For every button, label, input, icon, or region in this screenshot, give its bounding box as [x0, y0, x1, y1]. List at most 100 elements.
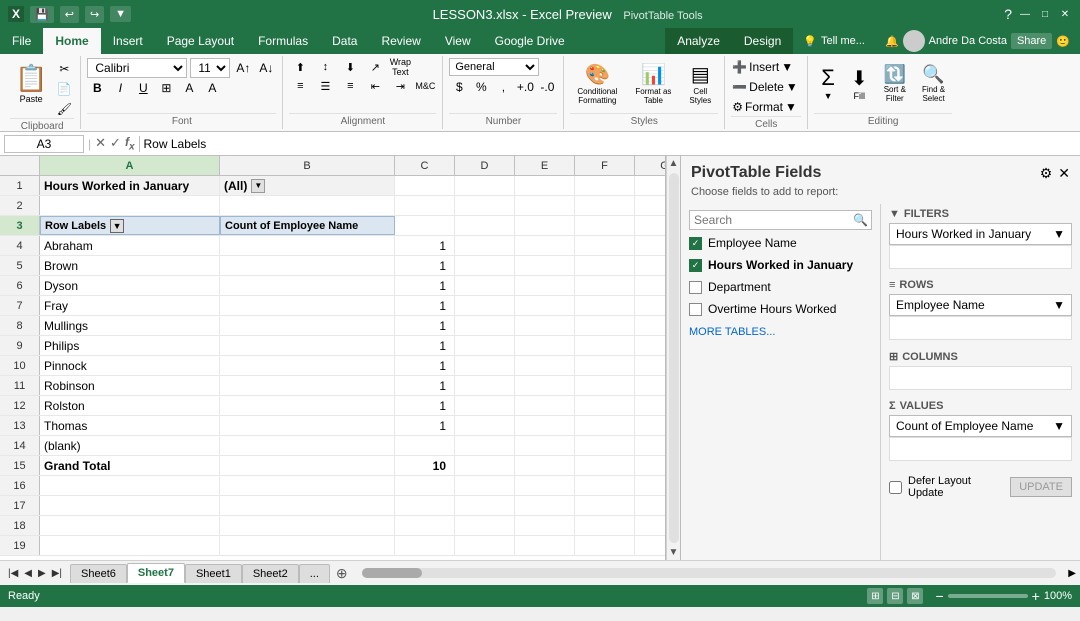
cell-a9[interactable]: Philips: [40, 336, 220, 355]
increase-indent-button[interactable]: ⇥: [389, 77, 411, 95]
align-right-button[interactable]: ≡: [339, 77, 361, 95]
sheet-first-btn[interactable]: |◀: [6, 566, 20, 581]
tab-google-drive[interactable]: Google Drive: [483, 28, 577, 54]
sheet-tab-sheet6[interactable]: Sheet6: [70, 564, 127, 583]
paste-button[interactable]: 📋 Paste: [10, 58, 52, 108]
tab-page-layout[interactable]: Page Layout: [155, 28, 246, 54]
vertical-scrollbar[interactable]: ▲ ▼: [666, 156, 680, 560]
tab-design[interactable]: Design: [732, 28, 793, 54]
decrease-font-button[interactable]: A↓: [256, 59, 276, 77]
fill-color-button[interactable]: A: [179, 79, 199, 97]
field-checkbox-hours-worked[interactable]: ✓: [689, 259, 702, 272]
tab-insert[interactable]: Insert: [101, 28, 155, 54]
cell-b1[interactable]: (All)▼: [220, 176, 395, 195]
cell-a6[interactable]: Dyson: [40, 276, 220, 295]
field-checkbox-department[interactable]: [689, 281, 702, 294]
scroll-up-arrow[interactable]: ▲: [667, 156, 681, 171]
increase-decimal-button[interactable]: +.0: [515, 78, 535, 96]
help-icon[interactable]: ?: [1004, 6, 1012, 22]
update-button[interactable]: UPDATE: [1010, 477, 1072, 497]
pivot-close-icon[interactable]: ✕: [1058, 165, 1070, 182]
cell-a1[interactable]: Hours Worked in January: [40, 176, 220, 195]
minimize-button[interactable]: —: [1018, 7, 1032, 21]
tab-view[interactable]: View: [433, 28, 483, 54]
quick-access-redo[interactable]: ↪: [85, 6, 104, 23]
align-center-button[interactable]: ☰: [314, 77, 336, 95]
col-header-g[interactable]: G: [635, 156, 666, 175]
notifications-icon[interactable]: 🔔: [885, 35, 899, 48]
col-header-b[interactable]: B: [220, 156, 395, 175]
increase-font-button[interactable]: A↑: [233, 59, 253, 77]
conditional-formatting-button[interactable]: 🎨 ConditionalFormatting: [570, 58, 624, 108]
formula-input[interactable]: [139, 136, 1077, 152]
cell-a3[interactable]: Row Labels ▼: [40, 216, 220, 235]
rows-dropdown[interactable]: Employee Name ▼: [889, 294, 1072, 316]
zoom-out-button[interactable]: −: [935, 588, 943, 604]
cell-a4[interactable]: Abraham: [40, 236, 220, 255]
cell-a5[interactable]: Brown: [40, 256, 220, 275]
sum-button[interactable]: Σ ▼: [814, 58, 842, 108]
border-button[interactable]: ⊞: [156, 79, 176, 97]
cell-a7[interactable]: Fray: [40, 296, 220, 315]
quick-access-undo[interactable]: ↩: [60, 6, 79, 23]
cell-b3[interactable]: Count of Employee Name: [220, 216, 395, 235]
cell-a12[interactable]: Rolston: [40, 396, 220, 415]
field-item-department[interactable]: Department: [689, 278, 872, 296]
zoom-slider[interactable]: [948, 594, 1028, 598]
text-angle-button[interactable]: ↗: [364, 58, 386, 76]
cell-a10[interactable]: Pinnock: [40, 356, 220, 375]
dollar-button[interactable]: ,: [493, 78, 513, 96]
sheet-next-btn[interactable]: ▶: [36, 566, 48, 581]
tell-me[interactable]: 💡 Tell me...: [793, 28, 875, 54]
horizontal-scrollbar[interactable]: [362, 566, 1057, 580]
tab-analyze[interactable]: Analyze: [665, 28, 732, 54]
tab-review[interactable]: Review: [369, 28, 432, 54]
italic-button[interactable]: I: [110, 79, 130, 97]
cell-a13[interactable]: Thomas: [40, 416, 220, 435]
percent-button[interactable]: $: [449, 78, 469, 96]
insert-function-icon[interactable]: fx: [125, 135, 135, 152]
align-middle-button[interactable]: ↕: [314, 58, 336, 76]
normal-view-button[interactable]: ⊞: [867, 588, 883, 604]
tab-formulas[interactable]: Formulas: [246, 28, 320, 54]
sheet-prev-btn[interactable]: ◀: [22, 566, 34, 581]
cell-a15[interactable]: Grand Total: [40, 456, 220, 475]
align-bottom-button[interactable]: ⬇: [339, 58, 361, 76]
scroll-thumb[interactable]: [362, 568, 422, 578]
col-header-a[interactable]: A: [40, 156, 220, 175]
scroll-right-arrow[interactable]: ▶: [1064, 568, 1080, 579]
share-button[interactable]: Share: [1011, 33, 1052, 49]
page-break-view-button[interactable]: ⊠: [907, 588, 923, 604]
sheet-tab-sheet1[interactable]: Sheet1: [185, 564, 242, 583]
decrease-decimal-button[interactable]: -.0: [537, 78, 557, 96]
col-header-d[interactable]: D: [455, 156, 515, 175]
sort-filter-button[interactable]: 🔃 Sort &Filter: [877, 58, 913, 108]
smiley-icon[interactable]: 🙂: [1056, 35, 1070, 48]
number-format-select[interactable]: General: [449, 58, 539, 76]
close-button[interactable]: ✕: [1058, 7, 1072, 21]
pivot-search-input[interactable]: [694, 213, 849, 227]
sheet-tab-more[interactable]: ...: [299, 564, 330, 583]
pivot-search[interactable]: 🔍: [689, 210, 872, 230]
sheet-last-btn[interactable]: ▶|: [50, 566, 64, 581]
quick-access-more[interactable]: ▼: [110, 6, 131, 22]
bold-button[interactable]: B: [87, 79, 107, 97]
wrap-text-button[interactable]: Wrap Text: [389, 58, 411, 76]
defer-checkbox[interactable]: [889, 481, 902, 494]
field-item-overtime[interactable]: Overtime Hours Worked: [689, 300, 872, 318]
filters-dropdown[interactable]: Hours Worked in January ▼: [889, 223, 1072, 245]
add-sheet-button[interactable]: ⊕: [330, 562, 354, 585]
col-header-e[interactable]: E: [515, 156, 575, 175]
col-header-f[interactable]: F: [575, 156, 635, 175]
more-tables-link[interactable]: MORE TABLES...: [689, 322, 872, 342]
cell-a8[interactable]: Mullings: [40, 316, 220, 335]
tab-home[interactable]: Home: [43, 28, 100, 54]
pivot-settings-icon[interactable]: ⚙: [1040, 165, 1053, 182]
zoom-in-button[interactable]: +: [1032, 588, 1040, 604]
merge-center-button[interactable]: M&C: [414, 77, 436, 95]
cancel-formula-icon[interactable]: ✕: [95, 135, 106, 152]
row-labels-filter[interactable]: ▼: [110, 219, 124, 233]
field-checkbox-overtime[interactable]: [689, 303, 702, 316]
sheet-tab-sheet7[interactable]: Sheet7: [127, 563, 185, 583]
tab-data[interactable]: Data: [320, 28, 369, 54]
